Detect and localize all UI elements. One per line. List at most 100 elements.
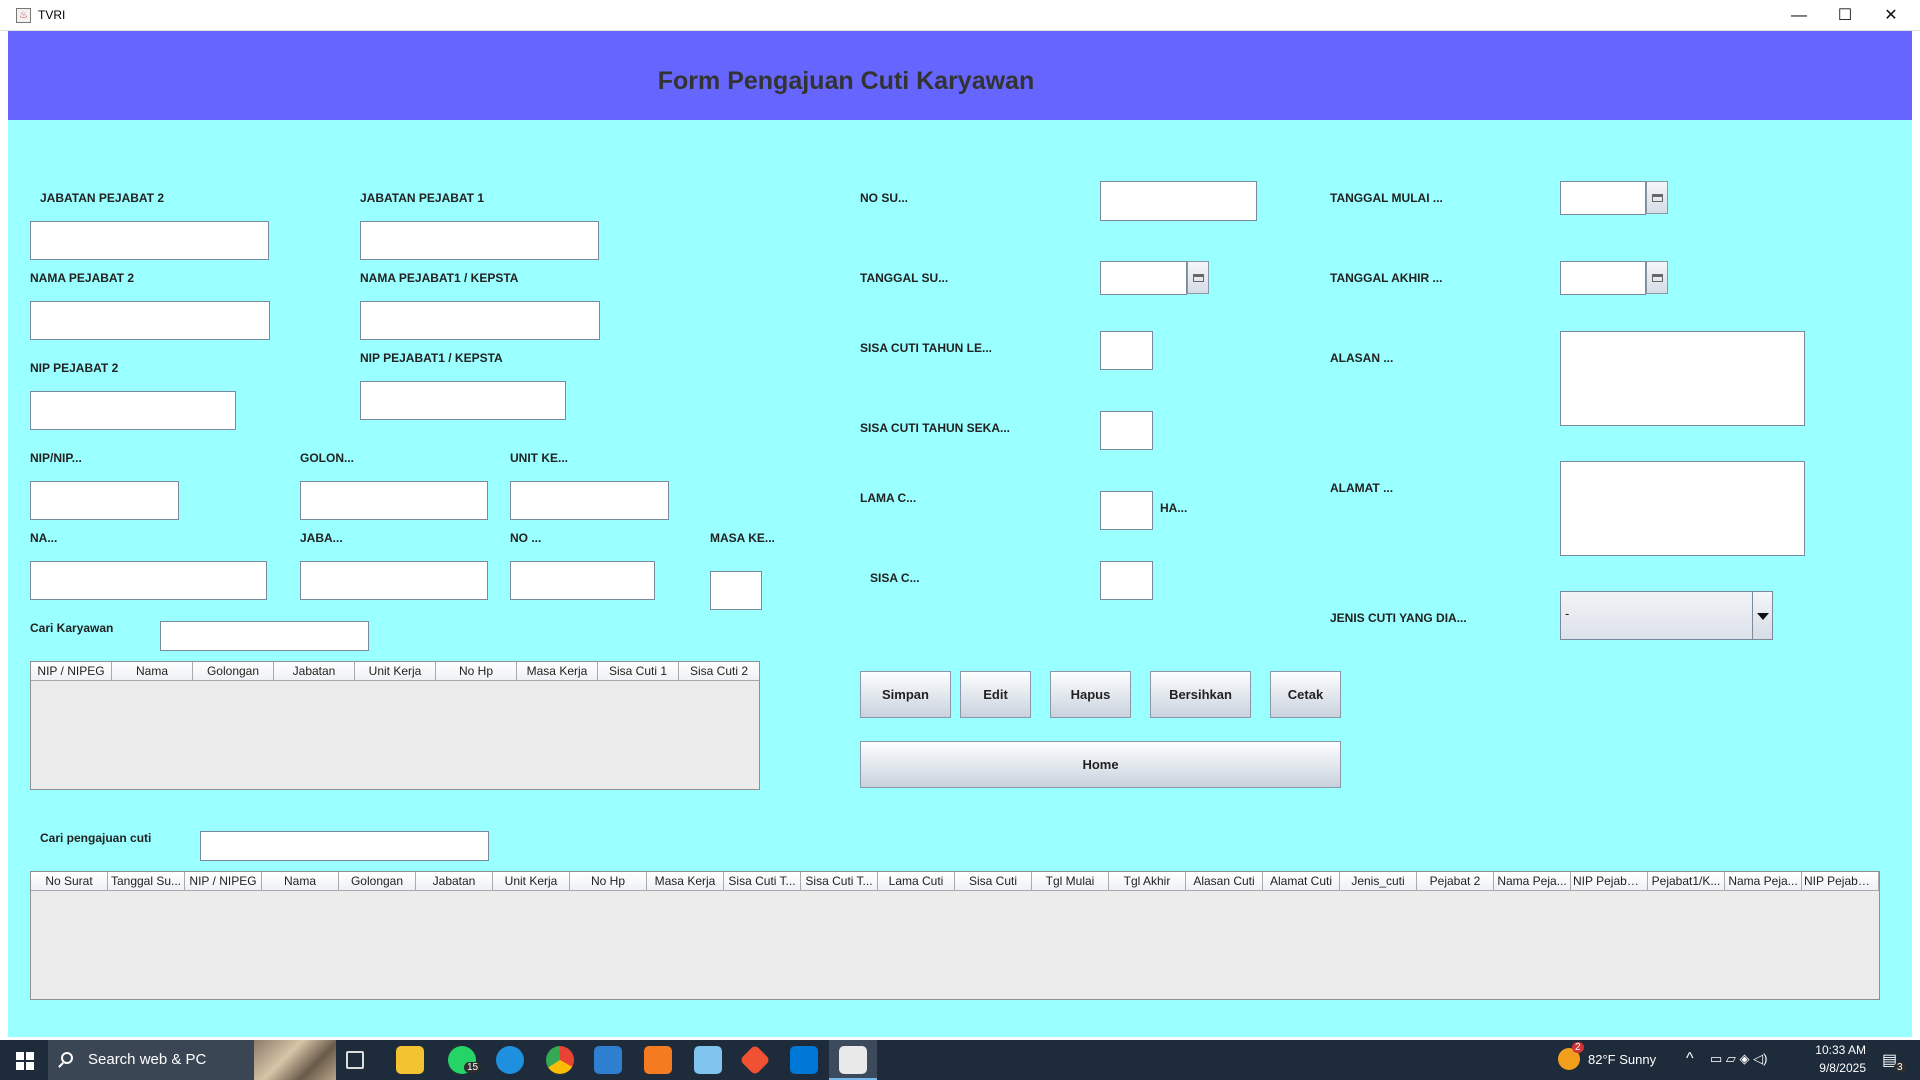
bersihkan-button[interactable]: Bersihkan bbox=[1150, 671, 1251, 718]
pengajuan-column-header[interactable]: NIP Pejabat 2 bbox=[1571, 872, 1648, 891]
pengajuan-column-header[interactable]: No Surat bbox=[31, 872, 108, 891]
tanggal-mulai-field[interactable] bbox=[1560, 181, 1646, 215]
nama-label: NA... bbox=[30, 531, 58, 545]
calendar-icon[interactable] bbox=[1187, 261, 1209, 294]
masa-kerja-field[interactable] bbox=[710, 571, 762, 610]
pengajuan-column-header[interactable]: Jenis_cuti bbox=[1340, 872, 1417, 891]
pengajuan-column-header[interactable]: Tanggal Su... bbox=[108, 872, 185, 891]
pengajuan-column-header[interactable]: Alasan Cuti bbox=[1186, 872, 1263, 891]
jenis-cuti-select[interactable]: - bbox=[1560, 591, 1773, 640]
jenis-cuti-label: JENIS CUTI YANG DIA... bbox=[1330, 611, 1467, 625]
tanggal-mulai-label: TANGGAL MULAI ... bbox=[1330, 191, 1443, 205]
karyawan-column-header[interactable]: Masa Kerja bbox=[517, 662, 598, 681]
golongan-field[interactable] bbox=[300, 481, 488, 520]
close-button[interactable]: ✕ bbox=[1868, 0, 1914, 31]
nip-pejabat2-label: NIP PEJABAT 2 bbox=[30, 361, 119, 375]
chevron-up-icon[interactable]: ^ bbox=[1686, 1050, 1694, 1068]
karyawan-column-header[interactable]: NIP / NIPEG bbox=[31, 662, 112, 681]
nip-label: NIP/NIP... bbox=[30, 451, 82, 465]
nama-pejabat2-field[interactable] bbox=[30, 301, 270, 340]
hapus-button[interactable]: Hapus bbox=[1050, 671, 1131, 718]
pengajuan-column-header[interactable]: Alamat Cuti bbox=[1263, 872, 1340, 891]
alasan-textarea[interactable] bbox=[1560, 331, 1805, 426]
pengajuan-column-header[interactable]: Nama Peja... bbox=[1494, 872, 1571, 891]
no-hp-label: NO ... bbox=[510, 531, 542, 545]
calendar-icon[interactable] bbox=[1646, 261, 1668, 294]
clock-time[interactable]: 10:33 AM bbox=[1808, 1043, 1866, 1057]
pengajuan-column-header[interactable]: Pejabat1/K... bbox=[1648, 872, 1725, 891]
no-surat-field[interactable] bbox=[1100, 181, 1257, 221]
cari-pengajuan-input[interactable] bbox=[200, 831, 489, 861]
pengajuan-column-header[interactable]: Nama bbox=[262, 872, 339, 891]
jabatan-pejabat2-field[interactable] bbox=[30, 221, 269, 260]
virtualbox-icon[interactable] bbox=[594, 1046, 622, 1074]
clock-date[interactable]: 9/8/2025 bbox=[1808, 1061, 1866, 1075]
jabatan-pejabat1-field[interactable] bbox=[360, 221, 599, 260]
chrome-icon[interactable] bbox=[546, 1046, 574, 1074]
pengajuan-column-header[interactable]: Nama Peja... bbox=[1725, 872, 1802, 891]
tanggal-akhir-field[interactable] bbox=[1560, 261, 1646, 295]
home-button[interactable]: Home bbox=[860, 741, 1341, 788]
edge-icon[interactable] bbox=[496, 1046, 524, 1074]
karyawan-table[interactable]: NIP / NIPEG Nama Golongan Jabatan Unit Kerja… bbox=[30, 661, 760, 790]
jabatan-pejabat2-label: JABATAN PEJABAT 2 bbox=[40, 191, 165, 205]
sisa-cuti-lalu-field[interactable] bbox=[1100, 331, 1153, 370]
cetak-button[interactable]: Cetak bbox=[1270, 671, 1341, 718]
file-explorer-icon[interactable] bbox=[396, 1046, 424, 1074]
vscode-icon[interactable] bbox=[790, 1046, 818, 1074]
pengajuan-column-header[interactable]: NIP / NIPEG bbox=[185, 872, 262, 891]
task-view-icon[interactable] bbox=[346, 1051, 364, 1069]
pengajuan-column-header[interactable]: Golongan bbox=[339, 872, 416, 891]
taskbar-search[interactable]: Search web & PC bbox=[48, 1040, 336, 1080]
no-hp-field[interactable] bbox=[510, 561, 655, 600]
xampp-icon[interactable] bbox=[644, 1046, 672, 1074]
unit-kerja-field[interactable] bbox=[510, 481, 669, 520]
git-icon[interactable] bbox=[739, 1044, 771, 1076]
karyawan-column-header[interactable]: Nama bbox=[112, 662, 193, 681]
pengajuan-column-header[interactable]: Jabatan bbox=[416, 872, 493, 891]
sisa-cuti-sekarang-field[interactable] bbox=[1100, 411, 1153, 450]
calendar-icon[interactable] bbox=[1646, 181, 1668, 214]
jabatan-field[interactable] bbox=[300, 561, 488, 600]
edit-button[interactable]: Edit bbox=[960, 671, 1031, 718]
jabatan-pejabat1-label: JABATAN PEJABAT 1 bbox=[360, 191, 485, 205]
nama-field[interactable] bbox=[30, 561, 267, 600]
maximize-button[interactable]: ☐ bbox=[1822, 0, 1868, 31]
nip-field[interactable] bbox=[30, 481, 179, 520]
pengajuan-column-header[interactable]: Sisa Cuti bbox=[955, 872, 1032, 891]
pengajuan-column-header[interactable]: Masa Kerja bbox=[647, 872, 724, 891]
chevron-down-icon[interactable] bbox=[1752, 592, 1772, 639]
karyawan-column-header[interactable]: Unit Kerja bbox=[355, 662, 436, 681]
notification-badge: 3 bbox=[1894, 1062, 1906, 1073]
pengajuan-column-header[interactable]: Tgl Mulai bbox=[1032, 872, 1109, 891]
java-taskbar-item[interactable] bbox=[829, 1040, 877, 1080]
pengajuan-column-header[interactable]: Sisa Cuti T... bbox=[724, 872, 801, 891]
karyawan-column-header[interactable]: No Hp bbox=[436, 662, 517, 681]
cari-karyawan-input[interactable] bbox=[160, 621, 369, 651]
pengajuan-column-header[interactable]: Sisa Cuti T... bbox=[801, 872, 878, 891]
karyawan-column-header[interactable]: Sisa Cuti 2 bbox=[679, 662, 759, 681]
start-button[interactable] bbox=[0, 1040, 48, 1080]
weather-text[interactable]: 82°F Sunny bbox=[1588, 1052, 1656, 1067]
alamat-textarea[interactable] bbox=[1560, 461, 1805, 556]
pengajuan-column-header[interactable]: NIP Pejabat... bbox=[1802, 872, 1879, 891]
lama-cuti-field[interactable] bbox=[1100, 491, 1153, 530]
simpan-button[interactable]: Simpan bbox=[860, 671, 951, 718]
minimize-button[interactable]: — bbox=[1776, 0, 1822, 31]
pengajuan-table[interactable]: No Surat Tanggal Su... NIP / NIPEG Nama Golo… bbox=[30, 871, 1880, 1000]
pengajuan-column-header[interactable]: Tgl Akhir bbox=[1109, 872, 1186, 891]
tanggal-surat-field[interactable] bbox=[1100, 261, 1187, 295]
karyawan-column-header[interactable]: Golongan bbox=[193, 662, 274, 681]
nip-pejabat2-field[interactable] bbox=[30, 391, 236, 430]
sisa-cuti-field[interactable] bbox=[1100, 561, 1153, 600]
nip-pejabat1-field[interactable] bbox=[360, 381, 566, 420]
karyawan-column-header[interactable]: Jabatan bbox=[274, 662, 355, 681]
notepad-icon[interactable] bbox=[694, 1046, 722, 1074]
karyawan-column-header[interactable]: Sisa Cuti 1 bbox=[598, 662, 679, 681]
pengajuan-column-header[interactable]: Lama Cuti bbox=[878, 872, 955, 891]
pengajuan-column-header[interactable]: Pejabat 2 bbox=[1417, 872, 1494, 891]
pengajuan-column-header[interactable]: No Hp bbox=[570, 872, 647, 891]
tray-system-icons[interactable]: ▭ ▱ ◈ ◁) bbox=[1710, 1051, 1767, 1067]
pengajuan-column-header[interactable]: Unit Kerja bbox=[493, 872, 570, 891]
nama-pejabat1-field[interactable] bbox=[360, 301, 600, 340]
